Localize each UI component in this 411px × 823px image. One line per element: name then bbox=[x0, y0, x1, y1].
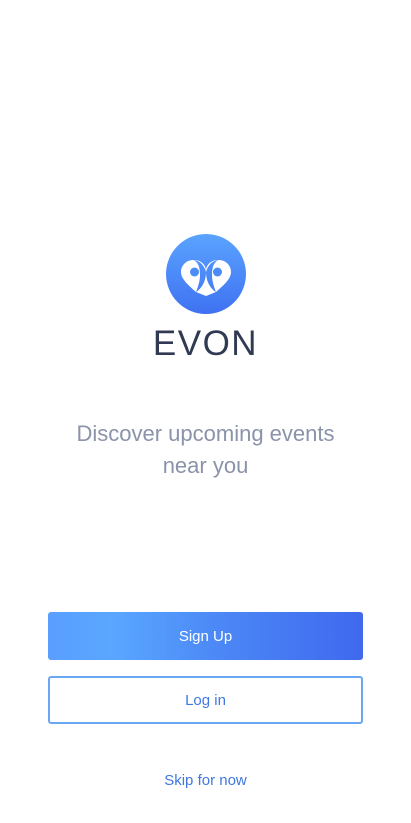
skip-link[interactable]: Skip for now bbox=[164, 772, 247, 789]
tagline: Discover upcoming events near you bbox=[76, 421, 335, 478]
app-logo bbox=[166, 234, 246, 314]
login-button[interactable]: Log in bbox=[48, 676, 363, 724]
app-name: EVON bbox=[152, 324, 259, 363]
skip-area: Skip for now bbox=[0, 770, 411, 792]
map-pin-pair-icon bbox=[181, 260, 231, 296]
signup-button[interactable]: Sign Up bbox=[48, 612, 363, 660]
